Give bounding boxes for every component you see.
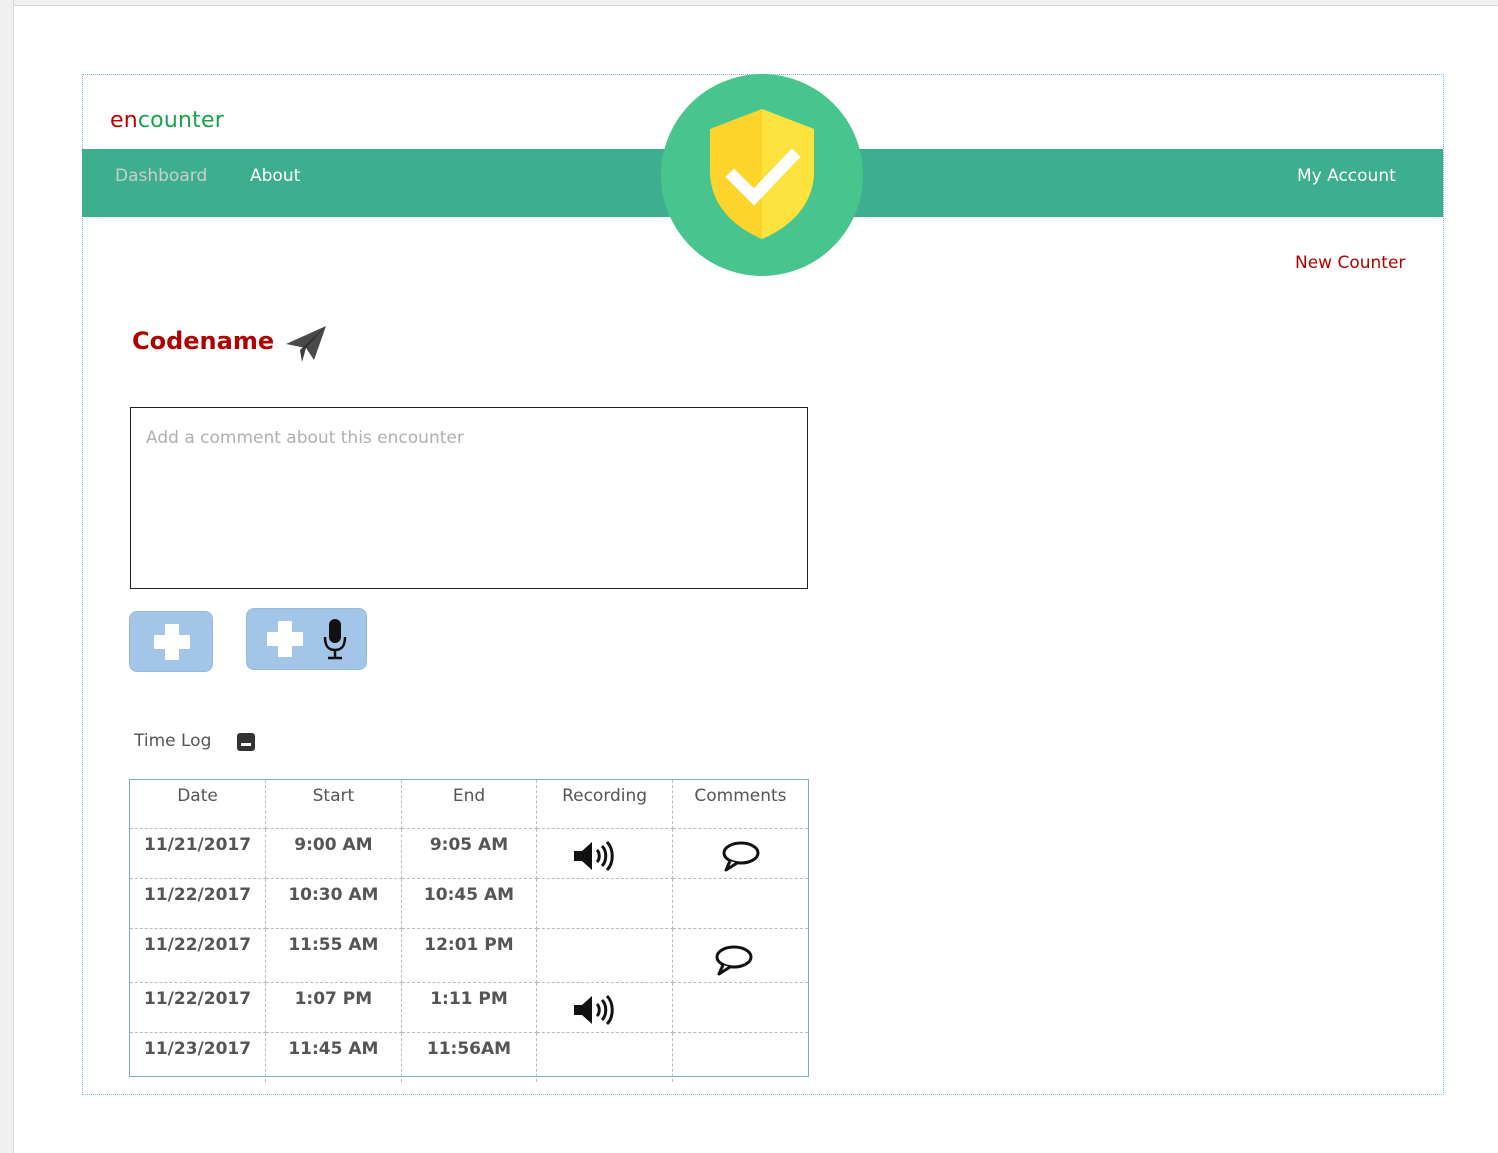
table-row[interactable]: 11/21/2017 9:00 AM 9:05 AM <box>130 828 808 879</box>
row-comment <box>672 828 808 879</box>
row-comment <box>672 1032 808 1082</box>
col-comments-header[interactable]: Comments <box>672 780 808 829</box>
row-date: 11/22/2017 <box>130 878 267 929</box>
plus-icon <box>154 624 190 660</box>
table-row[interactable]: 11/22/2017 10:30 AM 10:45 AM <box>130 878 808 929</box>
table-row[interactable]: 11/22/2017 1:07 PM 1:11 PM <box>130 982 808 1033</box>
timelog-label: Time Log <box>134 731 212 751</box>
row-end: 12:01 PM <box>401 928 538 983</box>
counter-title: Codename <box>132 327 275 355</box>
brand-suffix: counter <box>137 108 224 133</box>
row-comment <box>672 878 808 929</box>
row-date: 11/23/2017 <box>130 1032 267 1082</box>
row-start: 10:30 AM <box>265 878 402 929</box>
top-gutter <box>0 0 1498 6</box>
row-comment <box>672 928 808 983</box>
nav-about[interactable]: About <box>250 166 300 186</box>
row-start: 9:00 AM <box>265 828 402 879</box>
col-recording-header[interactable]: Recording <box>536 780 673 829</box>
row-start: 11:45 AM <box>265 1032 402 1082</box>
brand-logo[interactable]: encounter <box>110 108 224 133</box>
row-end: 9:05 AM <box>401 828 538 879</box>
shield-badge <box>661 74 863 276</box>
speech-bubble-icon[interactable] <box>720 839 760 873</box>
comment-input[interactable] <box>130 407 808 589</box>
speech-bubble-icon[interactable] <box>713 943 753 977</box>
left-gutter <box>0 0 14 1153</box>
speaker-icon[interactable] <box>572 993 616 1027</box>
page-canvas: encounter Dashboard About My Account New… <box>0 0 1498 1153</box>
row-comment <box>672 982 808 1033</box>
new-counter-link[interactable]: New Counter <box>1295 253 1405 273</box>
row-end: 10:45 AM <box>401 878 538 929</box>
table-header-row: Date Start End Recording Comments <box>130 780 808 829</box>
paper-plane-icon[interactable] <box>284 324 328 364</box>
row-date: 11/22/2017 <box>130 982 267 1033</box>
microphone-icon <box>323 619 347 660</box>
add-entry-button[interactable] <box>129 611 213 672</box>
nav-my-account[interactable]: My Account <box>1297 166 1396 186</box>
add-voice-entry-button[interactable] <box>246 608 367 670</box>
col-date-header[interactable]: Date <box>130 780 267 829</box>
minus-square-icon[interactable] <box>237 733 255 751</box>
row-start: 1:07 PM <box>265 982 402 1033</box>
col-start-header[interactable]: Start <box>265 780 402 829</box>
nav-dashboard[interactable]: Dashboard <box>115 166 207 186</box>
table-row[interactable]: 11/22/2017 11:55 AM 12:01 PM <box>130 928 808 983</box>
timelog-table: Date Start End Recording Comments 11/21/… <box>129 779 809 1082</box>
brand-prefix: en <box>110 108 138 133</box>
row-recording <box>536 982 673 1033</box>
row-recording <box>536 828 673 879</box>
plus-icon <box>267 621 303 657</box>
row-recording <box>536 1032 673 1082</box>
row-recording <box>536 928 673 983</box>
row-end: 11:56AM <box>401 1032 538 1082</box>
speaker-icon[interactable] <box>572 839 616 873</box>
row-end: 1:11 PM <box>401 982 538 1033</box>
row-date: 11/22/2017 <box>130 928 267 983</box>
table-row[interactable]: 11/23/2017 11:45 AM 11:56AM <box>130 1032 808 1082</box>
row-start: 11:55 AM <box>265 928 402 983</box>
shield-check-icon <box>710 109 814 239</box>
row-date: 11/21/2017 <box>130 828 267 879</box>
col-end-header[interactable]: End <box>401 780 538 829</box>
row-recording <box>536 878 673 929</box>
